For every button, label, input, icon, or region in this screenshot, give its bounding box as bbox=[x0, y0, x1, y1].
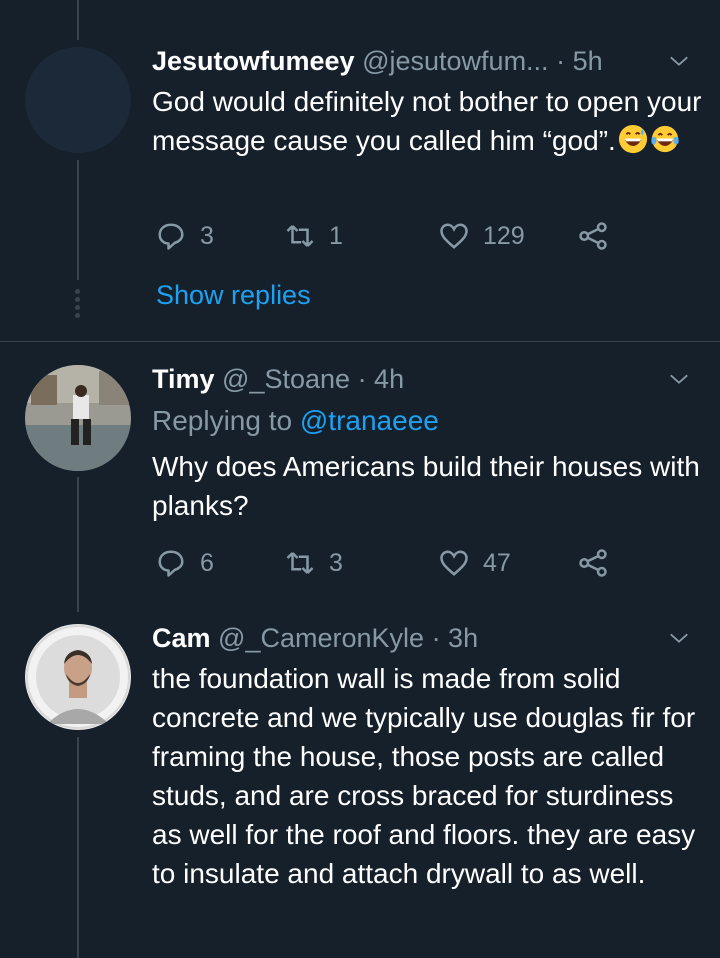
tweet-header: Cam @_CameronKyle · 3h bbox=[152, 621, 478, 655]
chevron-down-icon[interactable] bbox=[668, 627, 690, 649]
heart-icon bbox=[440, 223, 468, 249]
tweet-text: Why does Americans build their houses wi… bbox=[152, 451, 700, 521]
like-action[interactable]: 129 bbox=[439, 216, 525, 256]
like-count: 47 bbox=[483, 548, 511, 577]
timestamp: · 3h bbox=[431, 623, 479, 653]
display-name[interactable]: Jesutowfumeey bbox=[152, 46, 355, 76]
retweet-count: 1 bbox=[329, 221, 343, 250]
retweet-action[interactable]: 3 bbox=[285, 543, 343, 583]
share-icon bbox=[579, 222, 607, 250]
retweet-action[interactable]: 1 bbox=[285, 216, 343, 256]
tweet-cam[interactable]: Cam @_CameronKyle · 3h the foundation wa… bbox=[0, 621, 720, 958]
reply-icon bbox=[158, 550, 184, 577]
reply-count: 6 bbox=[200, 548, 214, 577]
tweet-actions: 6 3 47 bbox=[152, 543, 672, 583]
tweet-header: Timy @_Stoane · 4h bbox=[152, 362, 404, 396]
tears-of-joy-emoji bbox=[651, 125, 679, 153]
tweet-timy[interactable]: Timy @_Stoane · 4h Replying to @tranaeee… bbox=[0, 362, 720, 602]
like-count: 129 bbox=[483, 221, 525, 250]
replying-to-label: Replying to bbox=[152, 405, 293, 436]
avatar-photo bbox=[25, 365, 131, 471]
display-name[interactable]: Timy bbox=[152, 364, 215, 394]
grinning-sweat-emoji bbox=[618, 124, 647, 154]
divider bbox=[0, 341, 720, 342]
share-icon bbox=[579, 549, 607, 577]
reply-action[interactable]: 3 bbox=[156, 216, 214, 256]
share-action[interactable] bbox=[578, 543, 622, 583]
avatar[interactable] bbox=[25, 624, 131, 730]
like-action[interactable]: 47 bbox=[439, 543, 511, 583]
handle[interactable]: @jesutowfum... bbox=[362, 46, 548, 76]
replying-to-handle[interactable]: @tranaeee bbox=[300, 405, 439, 436]
tweet-header: Jesutowfumeey @jesutowfum... · 5h bbox=[152, 44, 603, 78]
avatar-photo bbox=[26, 625, 130, 729]
retweet-icon bbox=[286, 225, 314, 247]
timestamp: · 5h bbox=[556, 46, 603, 76]
avatar[interactable] bbox=[25, 47, 131, 153]
chevron-down-icon[interactable] bbox=[668, 368, 690, 390]
reply-action[interactable]: 6 bbox=[156, 543, 214, 583]
replying-to: Replying to @tranaeee bbox=[152, 404, 439, 438]
tweet-actions: 3 1 129 bbox=[152, 216, 672, 256]
show-replies-link[interactable]: Show replies bbox=[156, 280, 311, 311]
reply-count: 3 bbox=[200, 221, 214, 250]
heart-icon bbox=[440, 550, 468, 576]
tweet-text: God would definitely not bother to open … bbox=[152, 82, 702, 160]
handle[interactable]: @_CameronKyle bbox=[218, 623, 424, 653]
tweet-jesutowfumeey[interactable]: Jesutowfumeey @jesutowfum... · 5h God wo… bbox=[0, 44, 720, 334]
avatar[interactable] bbox=[25, 365, 131, 471]
chevron-down-icon[interactable] bbox=[668, 50, 690, 72]
reply-icon bbox=[158, 223, 184, 250]
thread-line-top bbox=[77, 0, 79, 40]
handle[interactable]: @_Stoane bbox=[222, 364, 350, 394]
tweet-text: the foundation wall is made from solid c… bbox=[152, 663, 696, 889]
timestamp: · 4h bbox=[357, 364, 405, 394]
share-action[interactable] bbox=[578, 216, 622, 256]
retweet-icon bbox=[286, 552, 314, 574]
retweet-count: 3 bbox=[329, 548, 343, 577]
display-name[interactable]: Cam bbox=[152, 623, 211, 653]
